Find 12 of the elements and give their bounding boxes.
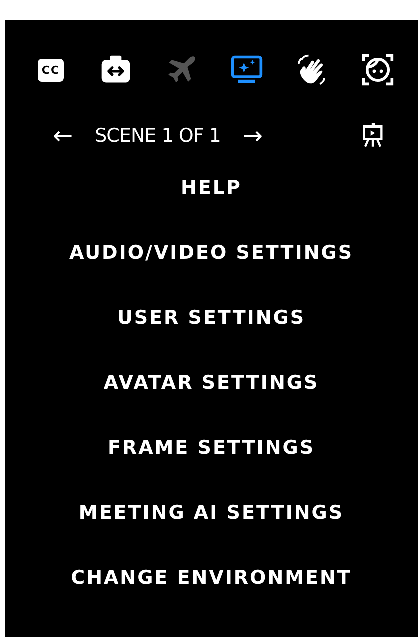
menu-item[interactable]: AVATAR SETTINGS xyxy=(104,366,320,399)
captions-button[interactable]: CC xyxy=(31,50,71,90)
menu-item[interactable]: CHANGE ENVIRONMENT xyxy=(71,561,352,594)
previous-scene-button[interactable]: ← xyxy=(45,122,82,150)
face-frame-icon xyxy=(360,53,395,87)
menu-item[interactable]: MEETING AI SETTINGS xyxy=(78,496,344,529)
menu-item[interactable]: USER SETTINGS xyxy=(117,301,306,334)
scene-counter: SCENE 1 OF 1 xyxy=(95,125,221,147)
menu-item[interactable]: HELP xyxy=(181,171,242,204)
menu-item[interactable]: AUDIO/VIDEO SETTINGS xyxy=(69,236,354,269)
next-scene-button[interactable]: → xyxy=(234,122,271,150)
menu-item[interactable]: FRAME SETTINGS xyxy=(108,431,316,464)
